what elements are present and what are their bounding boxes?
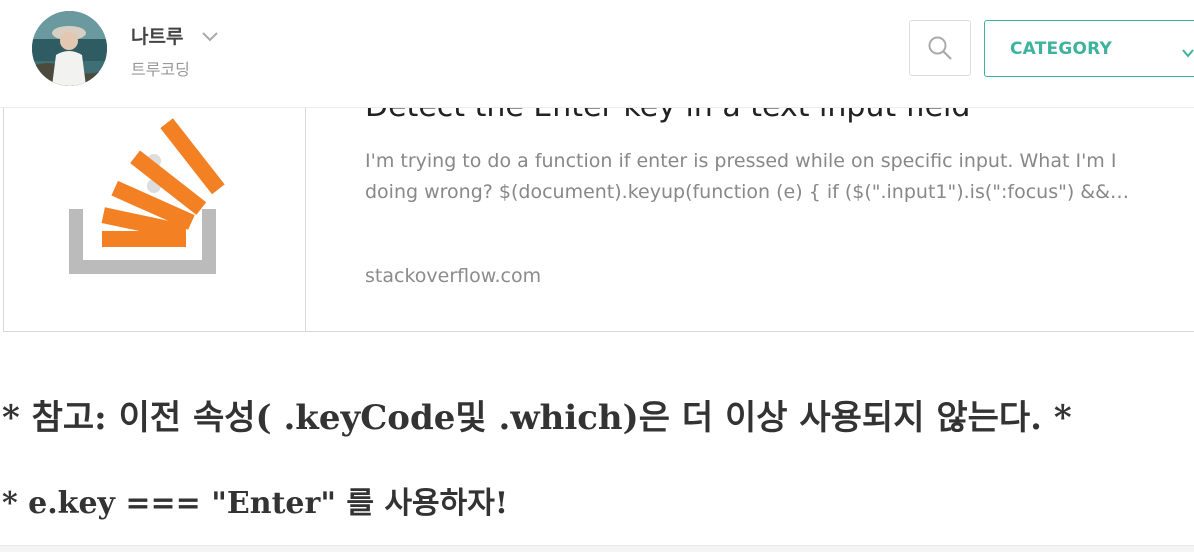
chevron-down-icon[interactable] <box>202 27 218 46</box>
blog-header: 나트루 트루코딩 CATEGORY <box>0 0 1194 108</box>
blog-name[interactable]: 나트루 <box>131 22 183 49</box>
chevron-down-icon <box>1182 43 1194 62</box>
avatar-photo <box>32 11 107 86</box>
category-label: CATEGORY <box>1010 39 1112 59</box>
category-button[interactable]: CATEGORY <box>984 20 1194 77</box>
search-button[interactable] <box>909 20 971 76</box>
blog-subtitle: 트루코딩 <box>131 60 190 79</box>
article-note-deprecated: * 참고: 이전 속성( .keyCode및 .which)은 더 이상 사용되… <box>2 398 1072 438</box>
link-card-description: I'm trying to do a function if enter is … <box>365 150 1117 203</box>
article-note-use-key: * e.key === "Enter" 를 사용하자! <box>2 486 509 521</box>
avatar[interactable] <box>32 11 107 86</box>
search-icon <box>928 36 952 60</box>
link-card-host: stackoverflow.com <box>365 265 542 287</box>
